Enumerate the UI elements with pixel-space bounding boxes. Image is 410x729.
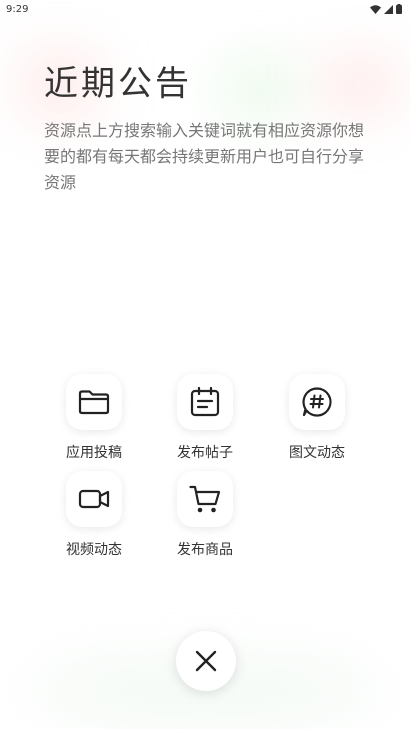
video-post-button[interactable]: 视频动态 bbox=[54, 471, 134, 559]
publish-post-button[interactable]: 发布帖子 bbox=[165, 374, 245, 462]
status-time: 9:29 bbox=[6, 3, 29, 15]
decorative-blob bbox=[220, 60, 300, 120]
publish-product-button[interactable]: 发布商品 bbox=[165, 471, 245, 559]
action-icon-box bbox=[66, 374, 122, 430]
calendar-note-icon bbox=[190, 386, 220, 417]
image-text-post-button[interactable]: 图文动态 bbox=[277, 374, 357, 462]
notice-title: 近期公告 bbox=[44, 64, 192, 104]
close-icon bbox=[195, 650, 217, 672]
notice-body: 资源点上方搜索输入关键词就有相应资源你想要的都有每天都会持续更新用户也可自行分享… bbox=[44, 121, 365, 192]
shopping-cart-icon bbox=[189, 485, 221, 513]
status-icons bbox=[370, 4, 402, 14]
action-label: 图文动态 bbox=[289, 445, 345, 461]
action-label: 视频动态 bbox=[66, 542, 122, 558]
status-bar: 9:29 bbox=[0, 0, 410, 18]
battery-icon bbox=[396, 4, 402, 14]
app-submission-button[interactable]: 应用投稿 bbox=[54, 374, 134, 462]
action-icon-box bbox=[177, 374, 233, 430]
wifi-icon bbox=[370, 4, 381, 14]
action-icon-box bbox=[66, 471, 122, 527]
action-label: 应用投稿 bbox=[66, 445, 122, 461]
hashtag-chat-icon bbox=[302, 387, 332, 417]
signal-icon bbox=[384, 4, 393, 14]
video-camera-icon bbox=[78, 489, 110, 509]
folder-icon bbox=[78, 390, 110, 415]
decorative-blob bbox=[320, 55, 400, 115]
action-label: 发布帖子 bbox=[177, 445, 233, 461]
action-icon-box bbox=[177, 471, 233, 527]
close-button[interactable] bbox=[176, 631, 236, 691]
action-icon-box bbox=[289, 374, 345, 430]
action-label: 发布商品 bbox=[177, 542, 233, 558]
